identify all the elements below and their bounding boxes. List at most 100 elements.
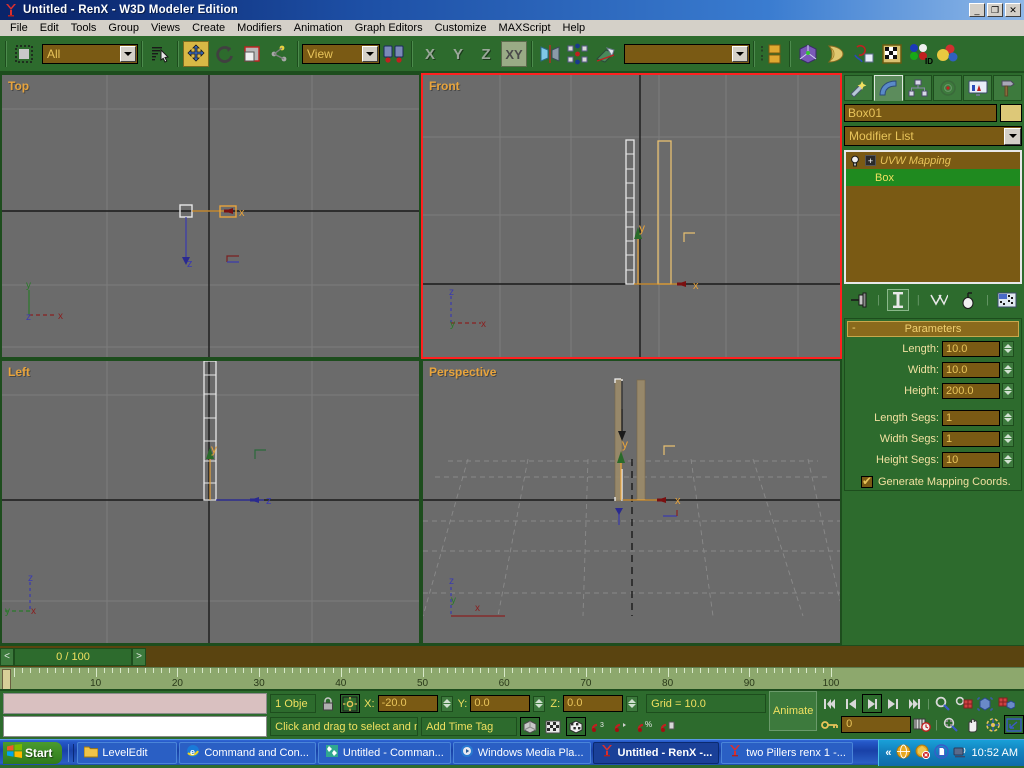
listener-input-pane[interactable] [3, 716, 267, 737]
chevron-down-icon[interactable] [1004, 128, 1021, 145]
time-configuration-icon[interactable] [912, 715, 932, 734]
generate-mapping-coords-checkbox[interactable] [861, 476, 873, 488]
modifier-stack[interactable]: +UVW MappingBox [844, 150, 1022, 284]
absolute-mode-icon[interactable] [340, 694, 360, 713]
render-scene-icon[interactable] [879, 41, 905, 67]
menu-item-modifiers[interactable]: Modifiers [231, 21, 288, 35]
select-and-rotate-icon[interactable] [211, 41, 237, 67]
pin-stack-icon[interactable] [848, 289, 870, 311]
length-field[interactable]: 10.0 [942, 341, 1000, 357]
go-to-end-icon[interactable] [904, 694, 924, 713]
chevron-down-icon[interactable] [120, 46, 136, 62]
arc-rotate-icon[interactable] [983, 715, 1003, 734]
menu-item-views[interactable]: Views [145, 21, 186, 35]
axis-constraint-y-button[interactable]: Y [445, 41, 471, 67]
use-pivot-center-icon[interactable] [267, 41, 293, 67]
mirror-icon[interactable] [537, 41, 563, 67]
generate-mapping-coords-row[interactable]: Generate Mapping Coords. [847, 476, 1019, 488]
zoom-extents-icon[interactable] [975, 694, 995, 713]
material-id-icon[interactable]: ID [907, 41, 933, 67]
time-ruler[interactable]: 102030405060708090100 [0, 667, 1024, 691]
viewport-top[interactable]: x z y x z Top [0, 73, 421, 359]
volume-icon[interactable] [953, 744, 968, 762]
menu-item-edit[interactable]: Edit [34, 21, 65, 35]
taskbar-button[interactable]: Untitled - Comman... [318, 742, 451, 764]
time-slider-handle[interactable] [2, 669, 11, 690]
zoom-extents-all-icon[interactable] [996, 694, 1016, 713]
menu-item-customize[interactable]: Customize [429, 21, 493, 35]
selection-filter-combo[interactable]: All [42, 44, 138, 64]
object-color-swatch[interactable] [1000, 104, 1022, 122]
menu-item-group[interactable]: Group [102, 21, 145, 35]
taskbar-button[interactable]: eCommand and Con... [179, 742, 316, 764]
show-end-result-icon[interactable] [887, 289, 909, 311]
previous-frame-button[interactable]: < [0, 648, 14, 666]
pan-icon[interactable] [962, 715, 982, 734]
select-by-name-icon[interactable] [147, 41, 173, 67]
angle-snap-icon[interactable] [566, 717, 586, 736]
menu-item-graph-editors[interactable]: Graph Editors [349, 21, 429, 35]
menu-item-animation[interactable]: Animation [288, 21, 349, 35]
select-and-scale-icon[interactable] [239, 41, 265, 67]
height-segs-field[interactable]: 10 [942, 452, 1000, 468]
modifier-stack-row[interactable]: Box [846, 169, 1020, 186]
printer-icon[interactable] [934, 744, 949, 762]
height-field[interactable]: 200.0 [942, 383, 1000, 399]
maxscript-listener[interactable] [0, 691, 270, 739]
next-frame-button[interactable]: > [132, 648, 146, 666]
start-button[interactable]: Start [3, 742, 62, 764]
configure-modifier-sets-icon[interactable] [996, 289, 1018, 311]
previous-frame-icon[interactable] [841, 694, 861, 713]
key-mode-toggle-icon[interactable] [820, 715, 840, 734]
taskbar-button[interactable]: Untitled - RenX -... [593, 742, 720, 764]
go-to-start-icon[interactable] [820, 694, 840, 713]
shade-selected-icon[interactable] [520, 717, 540, 736]
utilities-tab[interactable] [993, 75, 1022, 101]
min-max-toggle-icon[interactable] [1004, 715, 1024, 734]
coord-y-field[interactable]: 0.0 [470, 695, 530, 712]
coord-z-field[interactable]: 0.0 [563, 695, 623, 712]
taskbar-button[interactable]: two Pillers renx 1 -... [721, 742, 853, 764]
viewport-left[interactable]: z y z x y Left [0, 359, 421, 645]
schematic-view-icon[interactable] [823, 41, 849, 67]
use-selection-center-icon[interactable] [381, 41, 407, 67]
axis-constraint-z-button[interactable]: Z [473, 41, 499, 67]
coord-spinner[interactable] [533, 696, 545, 712]
make-unique-icon[interactable] [927, 289, 949, 311]
zoom-icon[interactable] [933, 694, 953, 713]
next-frame-icon[interactable] [883, 694, 903, 713]
light-bulb-icon[interactable] [849, 155, 861, 167]
align-icon[interactable] [565, 41, 591, 67]
display-tab[interactable] [963, 75, 992, 101]
material-editor-icon[interactable] [851, 41, 877, 67]
maximize-button[interactable]: ❐ [987, 3, 1003, 17]
length-segs-field[interactable]: 1 [942, 410, 1000, 426]
menu-item-tools[interactable]: Tools [65, 21, 103, 35]
curve-editor-icon[interactable] [795, 41, 821, 67]
motion-tab[interactable] [933, 75, 962, 101]
axis-constraint-x-button[interactable]: X [417, 41, 443, 67]
viewport-front[interactable]: x y z x y Front [421, 73, 842, 359]
select-object-icon[interactable] [11, 41, 37, 67]
tray-expand-button[interactable]: « [885, 747, 891, 759]
menu-item-create[interactable]: Create [186, 21, 231, 35]
length-field-spinner[interactable] [1002, 341, 1014, 357]
coord-spinner[interactable] [441, 696, 453, 712]
coord-x-field[interactable]: -20.0 [378, 695, 438, 712]
width-field-spinner[interactable] [1002, 362, 1014, 378]
length-segs-field-spinner[interactable] [1002, 410, 1014, 426]
height-field-spinner[interactable] [1002, 383, 1014, 399]
quick-render-icon[interactable] [935, 41, 961, 67]
animate-button[interactable]: Animate [769, 691, 817, 731]
axis-constraint-xy-button[interactable]: XY [501, 41, 527, 67]
parameters-rollout-header[interactable]: - Parameters [847, 321, 1019, 337]
play-animation-icon[interactable] [862, 694, 882, 713]
create-tab[interactable] [844, 75, 873, 101]
current-key-field[interactable]: 0 [841, 716, 911, 733]
object-name-field[interactable]: Box01 [844, 104, 997, 122]
current-frame-display[interactable]: 0 / 100 [14, 648, 132, 666]
material-slot-combo[interactable] [624, 44, 750, 64]
minimize-button[interactable]: _ [969, 3, 985, 17]
taskbar-button[interactable]: LevelEdit [77, 742, 177, 764]
chevron-down-icon[interactable] [362, 46, 378, 62]
